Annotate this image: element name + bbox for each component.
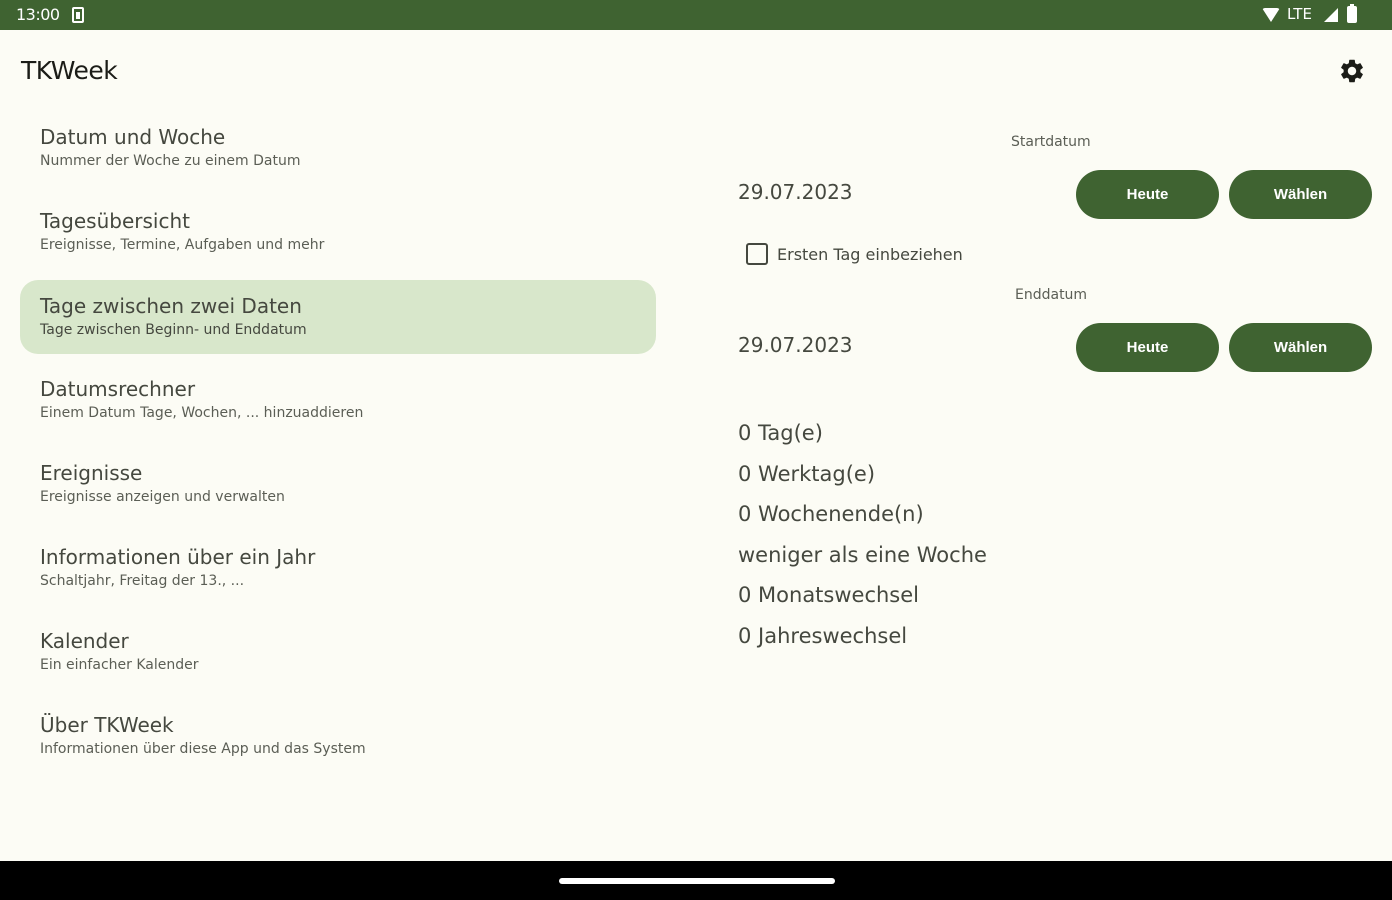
end-choose-button[interactable]: Wählen [1229,323,1372,372]
nav-item-title: Kalender [40,629,129,653]
nav-item-ereignisse[interactable]: Ereignisse Ereignisse anzeigen und verwa… [20,448,656,532]
nav-item-title: Datum und Woche [40,125,226,149]
wifi-icon [1262,8,1280,22]
nav-item-subtitle: Informationen über diese App und das Sys… [40,741,366,757]
battery-icon [1347,4,1357,23]
nav-item-subtitle: Einem Datum Tage, Wochen, ... hinzuaddie… [40,405,364,421]
system-navigation-bar [0,861,1392,900]
nav-item-title: Datumsrechner [40,377,196,401]
nav-item-title: Über TKWeek [40,713,174,737]
nav-item-subtitle: Ein einfacher Kalender [40,657,199,673]
gear-icon[interactable] [1338,57,1366,85]
start-today-button[interactable]: Heute [1076,170,1219,219]
nav-item-tage-zwischen-zwei-daten[interactable]: Tage zwischen zwei Daten Tage zwischen B… [20,280,656,354]
nav-item-kalender[interactable]: Kalender Ein einfacher Kalender [20,616,656,700]
nav-item-subtitle: Ereignisse, Termine, Aufgaben und mehr [40,237,325,253]
network-type: LTE [1287,5,1312,23]
end-date-value: 29.07.2023 [738,333,853,357]
nav-item-subtitle: Nummer der Woche zu einem Datum [40,153,301,169]
result-year-changes: 0 Jahreswechsel [738,623,908,648]
nav-item-title: Tage zwischen zwei Daten [40,294,302,318]
nav-list: Datum und Woche Nummer der Woche zu eine… [20,112,656,784]
nav-item-subtitle: Schaltjahr, Freitag der 13., ... [40,573,245,589]
nav-item-subtitle: Tage zwischen Beginn- und Enddatum [40,322,307,338]
result-days: 0 Tag(e) [738,421,823,445]
sim-card-icon [72,7,84,23]
start-choose-button[interactable]: Wählen [1229,170,1372,219]
signal-icon [1324,8,1338,22]
nav-item-datumsrechner[interactable]: Datumsrechner Einem Datum Tage, Wochen, … [20,364,656,448]
result-month-changes: 0 Monatswechsel [738,583,920,608]
nav-item-title: Informationen über ein Jahr [40,545,316,569]
result-weeks: weniger als eine Woche [738,542,987,567]
status-bar: 13:00 LTE [0,0,1392,30]
nav-item-informationen-jahr[interactable]: Informationen über ein Jahr Schaltjahr, … [20,532,656,616]
nav-item-ueber-tkweek[interactable]: Über TKWeek Informationen über diese App… [20,700,656,784]
include-first-day-checkbox[interactable] [746,243,768,265]
nav-item-subtitle: Ereignisse anzeigen und verwalten [40,489,285,505]
app-title: TKWeek [21,56,118,85]
start-date-value: 29.07.2023 [738,180,853,204]
nav-item-title: Ereignisse [40,461,143,485]
nav-item-datum-und-woche[interactable]: Datum und Woche Nummer der Woche zu eine… [20,112,656,196]
end-date-label: Enddatum [1015,287,1088,303]
status-time: 13:00 [16,5,60,24]
result-workdays: 0 Werktag(e) [738,461,876,486]
results-list: 0 Tag(e) 0 Werktag(e) 0 Wochenende(n) we… [738,420,987,664]
nav-item-title: Tagesübersicht [40,209,190,233]
start-date-label: Startdatum [1011,134,1091,150]
result-weekends: 0 Wochenende(n) [738,502,924,527]
include-first-day-label[interactable]: Ersten Tag einbeziehen [777,245,963,264]
nav-item-tagesuebersicht[interactable]: Tagesübersicht Ereignisse, Termine, Aufg… [20,196,656,280]
home-handle[interactable] [559,878,835,884]
end-today-button[interactable]: Heute [1076,323,1219,372]
